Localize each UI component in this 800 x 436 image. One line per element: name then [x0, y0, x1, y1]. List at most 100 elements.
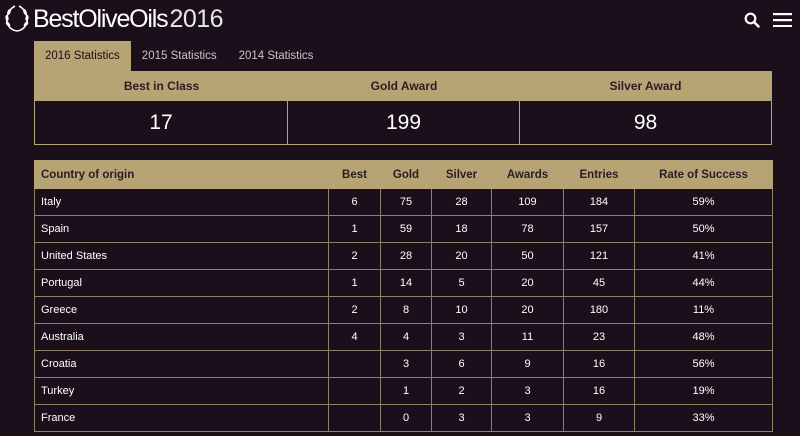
- cell-country: Spain: [34, 215, 329, 243]
- cell-silver: 3: [431, 404, 492, 432]
- cell-gold: 14: [380, 269, 432, 297]
- statistics-tabs: 2016 Statistics 2015 Statistics 2014 Sta…: [34, 41, 324, 71]
- cell-awards: 20: [491, 296, 564, 324]
- cell-best: 2: [328, 296, 381, 324]
- best-in-class-count: 17: [35, 101, 288, 144]
- search-icon[interactable]: [744, 12, 760, 28]
- cell-silver: 10: [431, 296, 492, 324]
- site-header: BestOliveOils2016: [0, 0, 800, 40]
- cell-best: 2: [328, 242, 381, 270]
- cell-rate-of-success: 59%: [634, 188, 773, 216]
- cell-silver: 3: [431, 323, 492, 351]
- cell-entries: 23: [563, 323, 635, 351]
- silver-award-label: Silver Award: [609, 79, 682, 93]
- cell-awards: 20: [491, 269, 564, 297]
- table-row: France 0 3 3 9 33%: [34, 404, 773, 432]
- cell-entries: 9: [563, 404, 635, 432]
- table-row: Portugal 1 14 5 20 45 44%: [34, 269, 773, 297]
- tab-2014-statistics[interactable]: 2014 Statistics: [228, 41, 325, 71]
- tab-2016-statistics[interactable]: 2016 Statistics: [34, 41, 131, 71]
- cell-gold: 0: [380, 404, 432, 432]
- gold-award-count: 199: [288, 101, 520, 144]
- cell-country: Portugal: [34, 269, 329, 297]
- brand-name: BestOliveOils2016: [33, 4, 224, 33]
- cell-best: [328, 377, 381, 405]
- cell-rate-of-success: 48%: [634, 323, 773, 351]
- cell-entries: 16: [563, 377, 635, 405]
- cell-gold: 3: [380, 350, 432, 378]
- cell-entries: 16: [563, 350, 635, 378]
- site-logo[interactable]: BestOliveOils2016: [4, 3, 224, 35]
- hamburger-menu-icon[interactable]: [773, 13, 792, 27]
- table-row: Turkey 1 2 3 16 19%: [34, 377, 773, 405]
- cell-silver: 20: [431, 242, 492, 270]
- cell-awards: 11: [491, 323, 564, 351]
- cell-rate-of-success: 50%: [634, 215, 773, 243]
- cell-gold: 59: [380, 215, 432, 243]
- cell-best: [328, 404, 381, 432]
- cell-silver: 18: [431, 215, 492, 243]
- cell-rate-of-success: 11%: [634, 296, 773, 324]
- silver-award-count: 98: [633, 111, 658, 134]
- cell-best: 4: [328, 323, 381, 351]
- gold-award-label: Gold Award: [370, 79, 438, 93]
- cell-silver: 6: [431, 350, 492, 378]
- cell-country: France: [34, 404, 329, 432]
- column-header-gold[interactable]: Gold: [380, 160, 432, 189]
- cell-silver: 28: [431, 188, 492, 216]
- column-header-awards[interactable]: Awards: [491, 160, 564, 189]
- country-statistics-table: Country of origin Best Gold Silver Award…: [34, 160, 773, 432]
- cell-awards: 3: [491, 404, 564, 432]
- column-header-country[interactable]: Country of origin: [34, 160, 329, 189]
- cell-country: Turkey: [34, 377, 329, 405]
- cell-best: 1: [328, 269, 381, 297]
- cell-rate-of-success: 56%: [634, 350, 773, 378]
- brand-title: BestOliveOils: [33, 4, 169, 33]
- cell-country: Australia: [34, 323, 329, 351]
- tab-2015-statistics[interactable]: 2015 Statistics: [131, 41, 228, 71]
- cell-gold: 28: [380, 242, 432, 270]
- cell-rate-of-success: 41%: [634, 242, 773, 270]
- laurel-wreath-logo-icon: [5, 5, 29, 32]
- cell-silver: 2: [431, 377, 492, 405]
- cell-awards: 3: [491, 377, 564, 405]
- brand-year: 2016: [169, 4, 224, 33]
- column-header-rate-of-success[interactable]: Rate of Success: [634, 160, 773, 189]
- column-header-best[interactable]: Best: [328, 160, 381, 189]
- table-row: Greece 2 8 10 20 180 11%: [34, 296, 773, 324]
- cell-rate-of-success: 44%: [634, 269, 773, 297]
- cell-awards: 50: [491, 242, 564, 270]
- cell-rate-of-success: 33%: [634, 404, 773, 432]
- table-header-row: Country of origin Best Gold Silver Award…: [34, 160, 773, 189]
- cell-entries: 184: [563, 188, 635, 216]
- table-row: Croatia 3 6 9 16 56%: [34, 350, 773, 378]
- cell-entries: 180: [563, 296, 635, 324]
- award-summary-header: Best in Class Gold Award Silver Award: [35, 72, 771, 101]
- column-header-entries[interactable]: Entries: [563, 160, 635, 189]
- cell-best: 1: [328, 215, 381, 243]
- cell-best: [328, 350, 381, 378]
- cell-gold: 75: [380, 188, 432, 216]
- cell-country: Croatia: [34, 350, 329, 378]
- table-row: Italy 6 75 28 109 184 59%: [34, 188, 773, 216]
- award-summary: Best in Class Gold Award Silver Award 17…: [34, 71, 772, 145]
- cell-country: Greece: [34, 296, 329, 324]
- cell-country: Italy: [34, 188, 329, 216]
- cell-gold: 4: [380, 323, 432, 351]
- cell-entries: 157: [563, 215, 635, 243]
- best-in-class-label: Best in Class: [123, 79, 200, 93]
- cell-best: 6: [328, 188, 381, 216]
- cell-gold: 8: [380, 296, 432, 324]
- cell-awards: 109: [491, 188, 564, 216]
- cell-entries: 121: [563, 242, 635, 270]
- cell-gold: 1: [380, 377, 432, 405]
- cell-awards: 78: [491, 215, 564, 243]
- cell-awards: 9: [491, 350, 564, 378]
- table-row: Spain 1 59 18 78 157 50%: [34, 215, 773, 243]
- table-row: United States 2 28 20 50 121 41%: [34, 242, 773, 270]
- cell-rate-of-success: 19%: [634, 377, 773, 405]
- country-rows: Italy 6 75 28 109 184 59% Spain 1 59 18 78 157 50% Uni…: [34, 188, 773, 432]
- table-row: Australia 4 4 3 11 23 48%: [34, 323, 773, 351]
- cell-silver: 5: [431, 269, 492, 297]
- column-header-silver[interactable]: Silver: [431, 160, 492, 189]
